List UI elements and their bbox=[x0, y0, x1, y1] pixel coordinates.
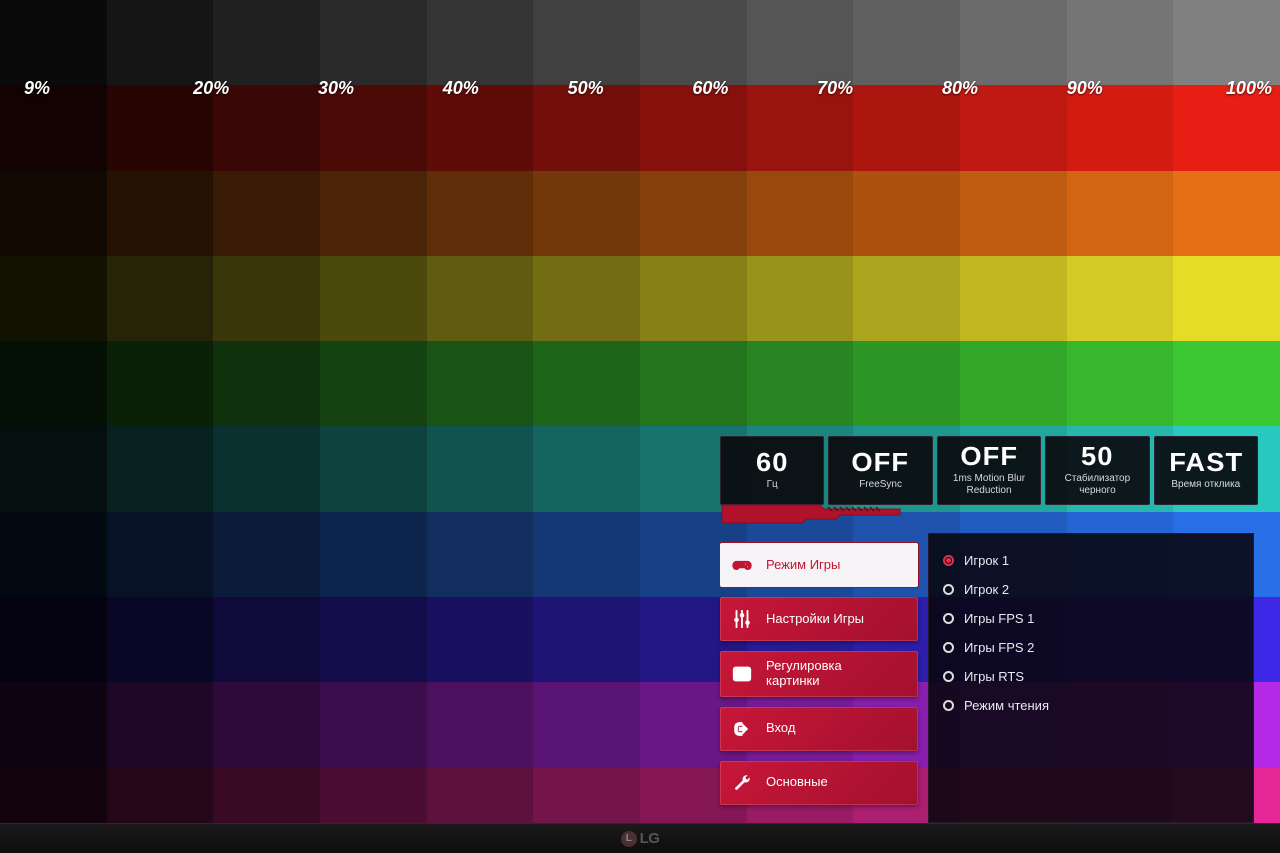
percent-label: 90% bbox=[1022, 78, 1147, 99]
submenu-label: Режим чтения bbox=[964, 698, 1049, 713]
menu-label: Вход bbox=[766, 721, 795, 736]
status-label: Гц bbox=[727, 479, 817, 491]
submenu-item[interactable]: Игры FPS 2 bbox=[943, 633, 1239, 662]
percent-label: 80% bbox=[898, 78, 1023, 99]
input-icon bbox=[728, 715, 756, 743]
submenu-item[interactable]: Игрок 1 bbox=[943, 546, 1239, 575]
percent-label: 50% bbox=[523, 78, 648, 99]
submenu-item[interactable]: Игры RTS bbox=[943, 662, 1239, 691]
sliders-icon bbox=[728, 605, 756, 633]
percent-label: 100% bbox=[1147, 78, 1280, 99]
status-card: OFF 1ms Motion Blur Reduction bbox=[937, 436, 1041, 505]
percent-label: 40% bbox=[398, 78, 523, 99]
status-card: OFF FreeSync bbox=[828, 436, 932, 505]
menu-label: Настройки Игры bbox=[766, 612, 864, 627]
menu-label: Основные bbox=[766, 775, 828, 790]
status-label: 1ms Motion Blur Reduction bbox=[944, 473, 1034, 496]
menu-label: Режим Игры bbox=[766, 558, 840, 573]
radio-icon bbox=[943, 555, 954, 566]
submenu-item[interactable]: Игрок 2 bbox=[943, 575, 1239, 604]
status-value: FAST bbox=[1158, 449, 1253, 475]
menu-label: Регулировка картинки bbox=[766, 659, 842, 689]
submenu-label: Игры RTS bbox=[964, 669, 1024, 684]
monitor-bezel: L LG bbox=[0, 823, 1280, 853]
percent-label: 9% bbox=[0, 78, 149, 99]
submenu-item[interactable]: Игры FPS 1 bbox=[943, 604, 1239, 633]
tools-icon bbox=[728, 769, 756, 797]
submenu-item[interactable]: Режим чтения bbox=[943, 691, 1239, 720]
radio-icon bbox=[943, 642, 954, 653]
status-card: 50 Стабилизатор черного bbox=[1045, 436, 1149, 505]
menu-item-picture[interactable]: Регулировка картинки bbox=[720, 651, 918, 697]
radio-icon bbox=[943, 671, 954, 682]
status-value: OFF bbox=[833, 449, 928, 475]
menu-item-sliders[interactable]: Настройки Игры bbox=[720, 597, 918, 641]
percent-label: 20% bbox=[149, 78, 274, 99]
submenu-label: Игрок 1 bbox=[964, 553, 1009, 568]
status-label: Время отклика bbox=[1161, 479, 1251, 491]
percent-label: 30% bbox=[274, 78, 399, 99]
radio-icon bbox=[943, 613, 954, 624]
gamepad-icon bbox=[728, 551, 756, 579]
percent-label: 60% bbox=[648, 78, 773, 99]
status-label: FreeSync bbox=[835, 479, 925, 491]
osd-connector-decoration bbox=[720, 503, 1258, 527]
status-card: 60 Гц bbox=[720, 436, 824, 505]
percent-label: 70% bbox=[773, 78, 898, 99]
lg-logo: L LG bbox=[621, 830, 660, 847]
osd-menu: 60 Гц OFF FreeSync OFF 1ms Motion Blur Reduct… bbox=[720, 436, 1258, 823]
radio-icon bbox=[943, 700, 954, 711]
status-value: OFF bbox=[942, 443, 1037, 469]
osd-submenu: Игрок 1 Игрок 2 Игры FPS 1 Игры FPS 2 Игры R… bbox=[928, 533, 1254, 823]
status-bar: 60 Гц OFF FreeSync OFF 1ms Motion Blur Reduct… bbox=[720, 436, 1258, 505]
osd-left-menu: Режим Игры Настройки Игры Регулировка карт… bbox=[720, 543, 918, 805]
submenu-label: Игры FPS 2 bbox=[964, 640, 1034, 655]
status-label: Стабилизатор черного bbox=[1052, 473, 1142, 496]
submenu-label: Игры FPS 1 bbox=[964, 611, 1034, 626]
picture-icon bbox=[728, 660, 756, 688]
menu-item-input[interactable]: Вход bbox=[720, 707, 918, 751]
submenu-label: Игрок 2 bbox=[964, 582, 1009, 597]
percent-labels: 9%20%30%40%50%60%70%80%90%100% bbox=[0, 78, 1280, 99]
menu-item-gamepad[interactable]: Режим Игры bbox=[720, 543, 918, 587]
menu-item-tools[interactable]: Основные bbox=[720, 761, 918, 805]
status-value: 60 bbox=[725, 449, 820, 475]
status-value: 50 bbox=[1050, 443, 1145, 469]
radio-icon bbox=[943, 584, 954, 595]
status-card: FAST Время отклика bbox=[1154, 436, 1258, 505]
